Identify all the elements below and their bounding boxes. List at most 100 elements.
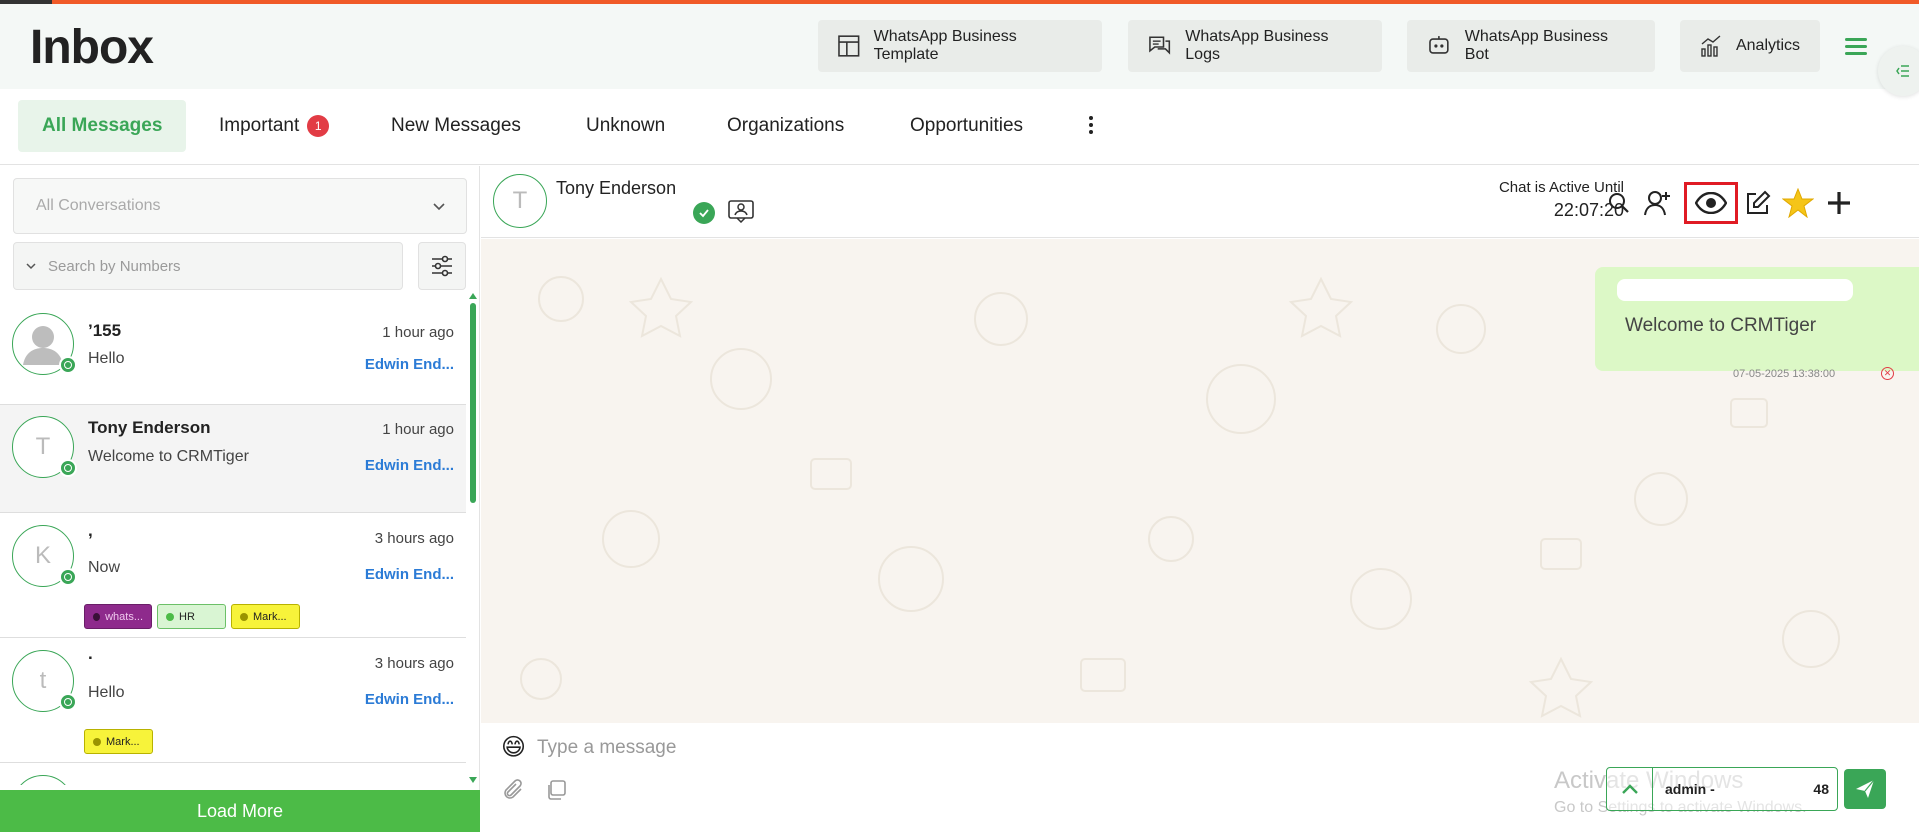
tag[interactable]: whats... bbox=[84, 604, 152, 629]
agent-name: admin - bbox=[1665, 781, 1715, 797]
conversation-time: 3 hours ago bbox=[374, 530, 454, 547]
search-icon[interactable] bbox=[1602, 186, 1636, 220]
conversation-item[interactable] bbox=[0, 763, 466, 785]
load-more-button[interactable]: Load More bbox=[0, 790, 480, 832]
whatsapp-icon bbox=[59, 568, 77, 586]
conversation-name: Tony Enderson bbox=[88, 418, 211, 437]
message-text: Welcome to CRMTiger bbox=[1625, 315, 1817, 336]
avatar: T bbox=[12, 416, 77, 478]
emoji-icon[interactable]: 😄 bbox=[501, 733, 526, 762]
tag-dot bbox=[93, 737, 101, 746]
whatsapp-icon bbox=[59, 459, 77, 477]
tag-dot bbox=[240, 612, 248, 621]
tag[interactable]: Mark... bbox=[231, 604, 300, 629]
tag-label: Mark... bbox=[253, 610, 287, 623]
conversation-time: 1 hour ago bbox=[382, 421, 454, 438]
scroll-down-icon[interactable] bbox=[469, 777, 477, 783]
message-input[interactable] bbox=[537, 733, 1897, 763]
logs-icon bbox=[1149, 36, 1171, 55]
tab-opportunities[interactable]: Opportunities bbox=[886, 100, 1047, 152]
conversation-item[interactable]: K , 3 hours ago Now Edwin End... whats..… bbox=[0, 513, 466, 638]
chat-active-label: Chat is Active Until bbox=[1498, 179, 1624, 196]
whatsapp-icon bbox=[59, 693, 77, 711]
message-timestamp: 07-05-2025 13:38:00 bbox=[1733, 368, 1836, 380]
conversation-owner: Edwin End... bbox=[364, 457, 454, 474]
tab-organizations[interactable]: Organizations bbox=[703, 100, 868, 152]
send-button[interactable] bbox=[1844, 769, 1886, 809]
tag-label: whats... bbox=[105, 610, 143, 623]
whatsapp-bot-label: WhatsApp Business Bot bbox=[1464, 28, 1608, 63]
avatar-letter: K bbox=[34, 542, 51, 569]
attachment-icon[interactable] bbox=[503, 779, 525, 806]
conversation-preview: Now bbox=[88, 559, 121, 576]
search-box bbox=[13, 242, 403, 290]
tag-dot bbox=[166, 612, 174, 621]
tag-dot bbox=[93, 612, 101, 621]
conversation-item[interactable]: ’155 1 hour ago Hello Edwin End... bbox=[0, 293, 466, 405]
template-icon bbox=[838, 35, 860, 57]
conversation-owner: Edwin End... bbox=[364, 566, 454, 583]
important-count-badge: 1 bbox=[307, 115, 330, 137]
plus-icon[interactable] bbox=[1822, 186, 1856, 220]
star-icon[interactable] bbox=[1781, 186, 1815, 220]
conversation-owner: Edwin End... bbox=[364, 356, 454, 373]
tab-label: Organizations bbox=[727, 115, 845, 136]
agent-number: 48 bbox=[1813, 781, 1829, 797]
page-header: Inbox WhatsApp Business Template WhatsAp… bbox=[0, 4, 1919, 89]
tag-label: Mark... bbox=[106, 735, 140, 748]
search-type-dropdown[interactable] bbox=[14, 260, 48, 272]
tab-important[interactable]: Important 1 bbox=[195, 100, 353, 152]
conversation-name: , bbox=[88, 521, 93, 540]
chat-active-time: 22:07:20 bbox=[1553, 200, 1624, 220]
conversation-name: ’155 bbox=[88, 321, 122, 340]
contact-avatar: T bbox=[493, 174, 547, 228]
avatar-letter: t bbox=[39, 667, 47, 694]
scroll-thumb[interactable] bbox=[470, 303, 476, 503]
avatar: K bbox=[12, 525, 77, 587]
chevron-up-icon[interactable] bbox=[1607, 768, 1653, 810]
bot-icon bbox=[1429, 36, 1449, 54]
tab-label: Opportunities bbox=[910, 115, 1024, 136]
eye-icon[interactable] bbox=[1694, 186, 1728, 220]
tag-list: Mark... bbox=[84, 729, 153, 754]
tab-unknown[interactable]: Unknown bbox=[562, 100, 689, 152]
tag-label: HR bbox=[179, 610, 195, 623]
conversation-time: 1 hour ago bbox=[382, 324, 454, 341]
edit-icon[interactable] bbox=[1741, 186, 1775, 220]
chat-header: T Tony Enderson Chat is Active Until 22:… bbox=[481, 166, 1919, 238]
send-icon bbox=[1856, 779, 1875, 798]
whatsapp-logs-label: WhatsApp Business Logs bbox=[1185, 28, 1329, 63]
conversation-item[interactable]: t . 3 hours ago Hello Edwin End... Mark.… bbox=[0, 638, 466, 763]
contact-name[interactable]: Tony Enderson bbox=[556, 178, 676, 199]
tab-all-messages[interactable]: All Messages bbox=[18, 100, 187, 152]
template-insert-icon[interactable] bbox=[545, 779, 567, 806]
analytics-icon bbox=[1701, 35, 1721, 57]
whatsapp-bot-button[interactable]: WhatsApp Business Bot bbox=[1407, 20, 1655, 72]
whatsapp-template-button[interactable]: WhatsApp Business Template bbox=[818, 20, 1102, 72]
conversation-preview: Hello bbox=[88, 350, 125, 367]
analytics-label: Analytics bbox=[1735, 37, 1800, 54]
tab-new-messages[interactable]: New Messages bbox=[367, 100, 545, 152]
analytics-button[interactable]: Analytics bbox=[1680, 20, 1820, 72]
scroll-up-icon[interactable] bbox=[469, 293, 477, 299]
filter-button[interactable] bbox=[418, 242, 466, 290]
sliders-icon bbox=[432, 255, 452, 277]
more-tabs-icon[interactable] bbox=[1086, 116, 1096, 138]
conversation-scrollbar[interactable] bbox=[468, 293, 478, 785]
tag[interactable]: HR bbox=[157, 604, 226, 629]
tag[interactable]: Mark... bbox=[84, 729, 153, 754]
contact-card-icon[interactable] bbox=[728, 199, 754, 228]
agent-selector[interactable]: admin - 48 bbox=[1606, 767, 1838, 811]
outgoing-message[interactable]: Welcome to CRMTiger 07-05-2025 13:38:00 … bbox=[1595, 267, 1919, 380]
page-title: Inbox bbox=[30, 21, 154, 74]
inbox-tabs: All Messages Important 1 New Messages Unk… bbox=[0, 89, 1919, 165]
menu-icon[interactable] bbox=[1845, 38, 1867, 56]
chevron-down-icon bbox=[26, 263, 36, 270]
tag-list: whats... HR Mark... bbox=[84, 604, 300, 629]
failed-status-icon: ✕ bbox=[1881, 367, 1894, 380]
conversation-filter-select[interactable]: All Conversations bbox=[13, 178, 467, 234]
search-input[interactable] bbox=[48, 257, 388, 275]
whatsapp-logs-button[interactable]: WhatsApp Business Logs bbox=[1128, 20, 1382, 72]
add-user-icon[interactable] bbox=[1641, 186, 1675, 220]
conversation-item[interactable]: T Tony Enderson 1 hour ago Welcome to CR… bbox=[0, 405, 466, 513]
